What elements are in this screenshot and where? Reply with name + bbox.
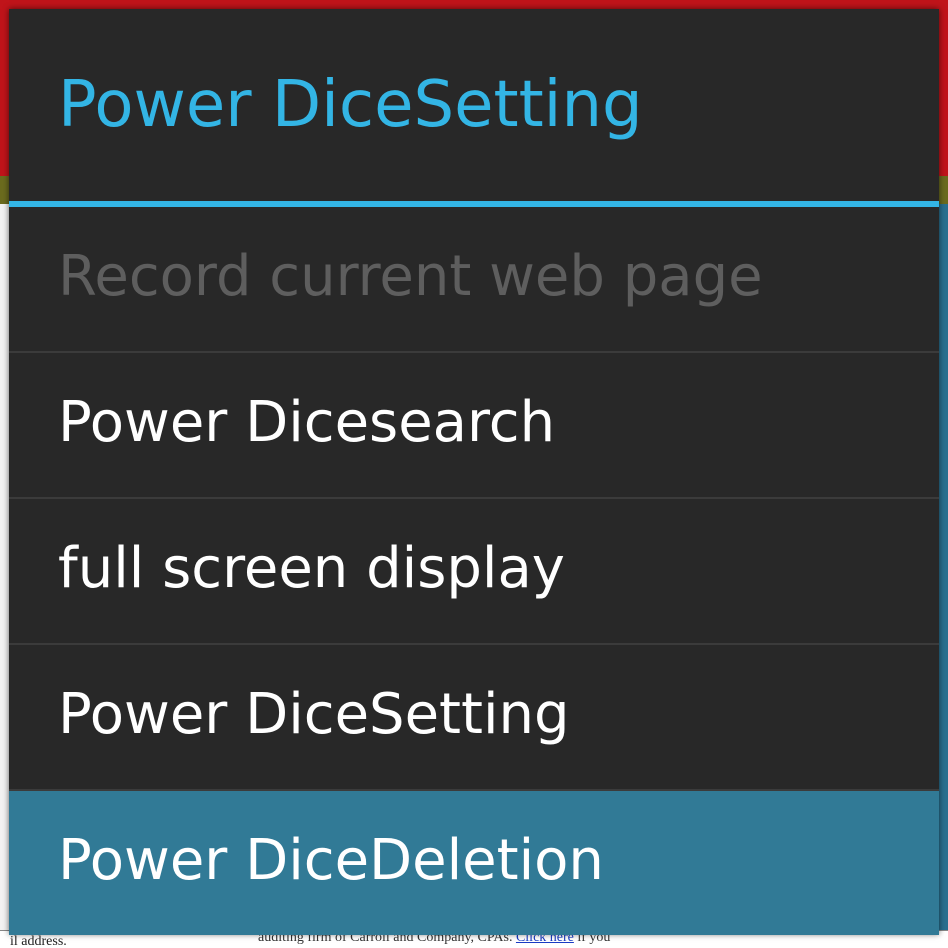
- menu-list: Record current web page Power Dicesearch…: [9, 207, 939, 935]
- menu-item-label: full screen display: [58, 536, 565, 601]
- menu-item-power-dicesetting[interactable]: Power DiceSetting: [9, 645, 939, 791]
- dialog-title: Power DiceSetting: [58, 68, 643, 142]
- menu-item-record-current-web-page: Record current web page: [9, 207, 939, 353]
- menu-item-label: Record current web page: [58, 244, 763, 309]
- menu-item-label: Power DiceDeletion: [58, 828, 604, 893]
- menu-item-power-dicedeletion[interactable]: Power DiceDeletion: [9, 791, 939, 935]
- background-right-column: [938, 204, 948, 948]
- menu-item-label: Power Dicesearch: [58, 390, 556, 455]
- dialog-title-bar: Power DiceSetting: [9, 9, 939, 201]
- menu-item-power-dicesearch[interactable]: Power Dicesearch: [9, 353, 939, 499]
- menu-item-label: Power DiceSetting: [58, 682, 570, 747]
- menu-item-full-screen-display[interactable]: full screen display: [9, 499, 939, 645]
- background-footer-left-text: il address.: [10, 934, 67, 948]
- context-menu-dialog: Power DiceSetting Record current web pag…: [9, 9, 939, 935]
